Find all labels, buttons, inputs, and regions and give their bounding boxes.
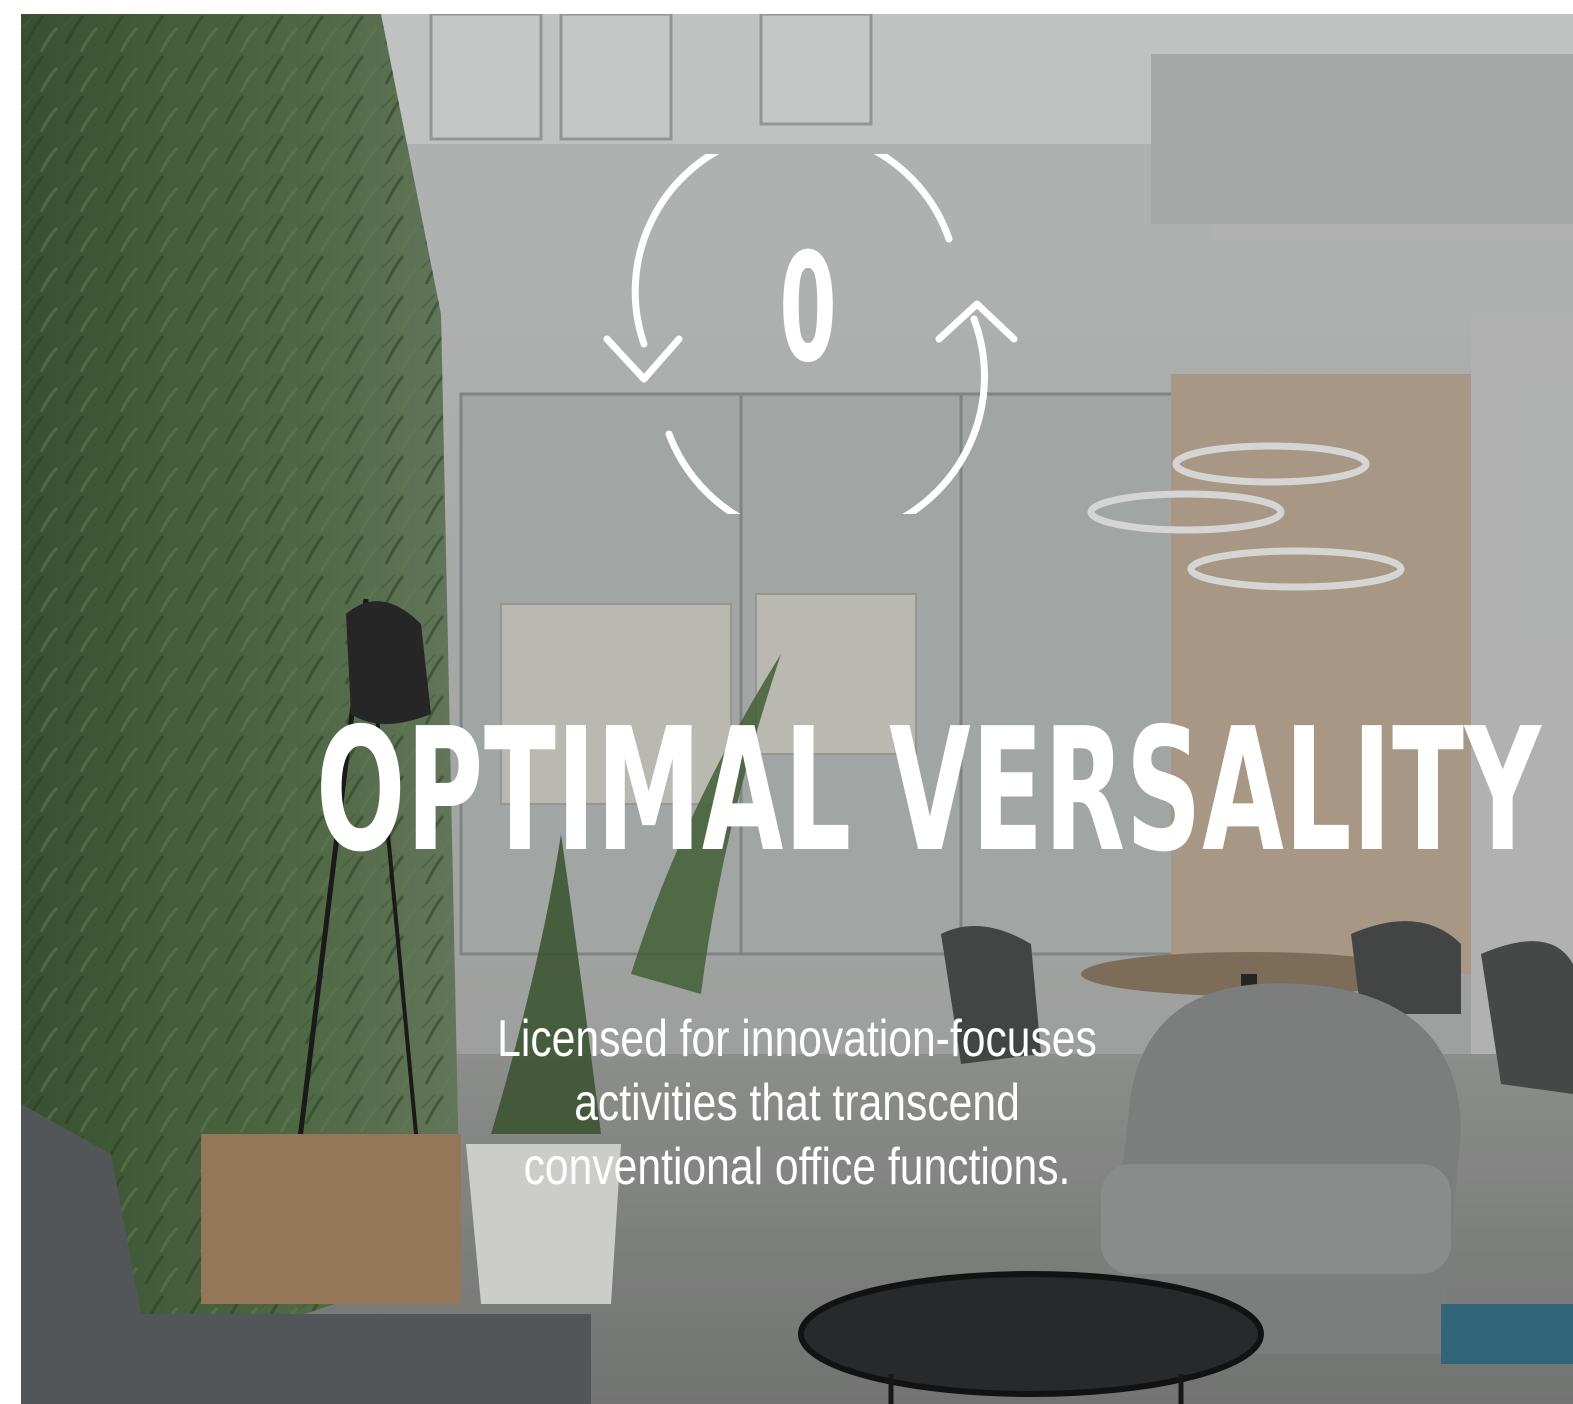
hero-description: Licensed for innovation-focuses activiti… (497, 1010, 1097, 1196)
hero-card: 0 OPTIMAL VERSALITY Licensed for innovat… (21, 14, 1573, 1404)
page-title: OPTIMAL VERSALITY (315, 692, 1542, 890)
cycle-icon-digit: 0 (779, 222, 837, 396)
